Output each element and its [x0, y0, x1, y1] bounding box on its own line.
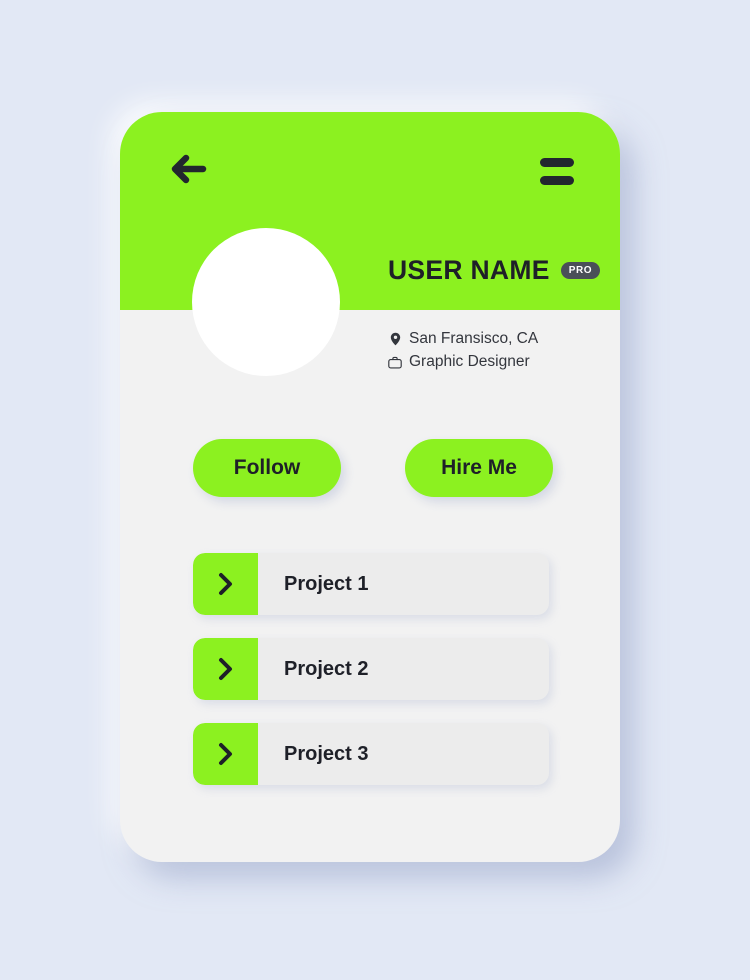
chevron-right-icon[interactable] — [193, 553, 258, 615]
chevron-right-icon[interactable] — [193, 638, 258, 700]
occupation-text: Graphic Designer — [409, 353, 530, 370]
arrow-left-icon — [169, 152, 207, 191]
back-button[interactable] — [166, 150, 210, 192]
project-label: Project 1 — [284, 572, 369, 595]
action-buttons: Follow Hire Me — [120, 439, 620, 497]
follow-button[interactable]: Follow — [193, 439, 341, 497]
phone-mockup-card: USER NAME PRO San Fransisco, CA Graphic … — [120, 112, 620, 862]
location-line: San Fransisco, CA — [388, 330, 538, 348]
location-text: San Fransisco, CA — [409, 330, 539, 347]
hamburger-menu-icon[interactable] — [536, 150, 578, 192]
map-pin-icon — [388, 331, 402, 347]
project-row[interactable]: Project 1 — [193, 553, 549, 615]
project-list: Project 1 Project 2 Project 3 — [193, 553, 549, 808]
avatar[interactable] — [192, 228, 340, 376]
chevron-right-icon[interactable] — [193, 723, 258, 785]
username-row: USER NAME PRO — [388, 255, 601, 286]
project-row[interactable]: Project 2 — [193, 638, 549, 700]
status-badge: PRO — [560, 262, 601, 279]
menu-bar-bottom — [540, 175, 574, 185]
page-title: USER NAME — [388, 255, 550, 285]
hire-me-button[interactable]: Hire Me — [405, 439, 553, 497]
project-label: Project 2 — [284, 657, 369, 680]
menu-bar-top — [540, 157, 574, 167]
project-label: Project 3 — [284, 742, 369, 765]
project-row[interactable]: Project 3 — [193, 723, 549, 785]
occupation-line: Graphic Designer — [388, 353, 538, 371]
profile-meta: San Fransisco, CA Graphic Designer — [388, 330, 538, 376]
briefcase-icon — [388, 354, 402, 370]
